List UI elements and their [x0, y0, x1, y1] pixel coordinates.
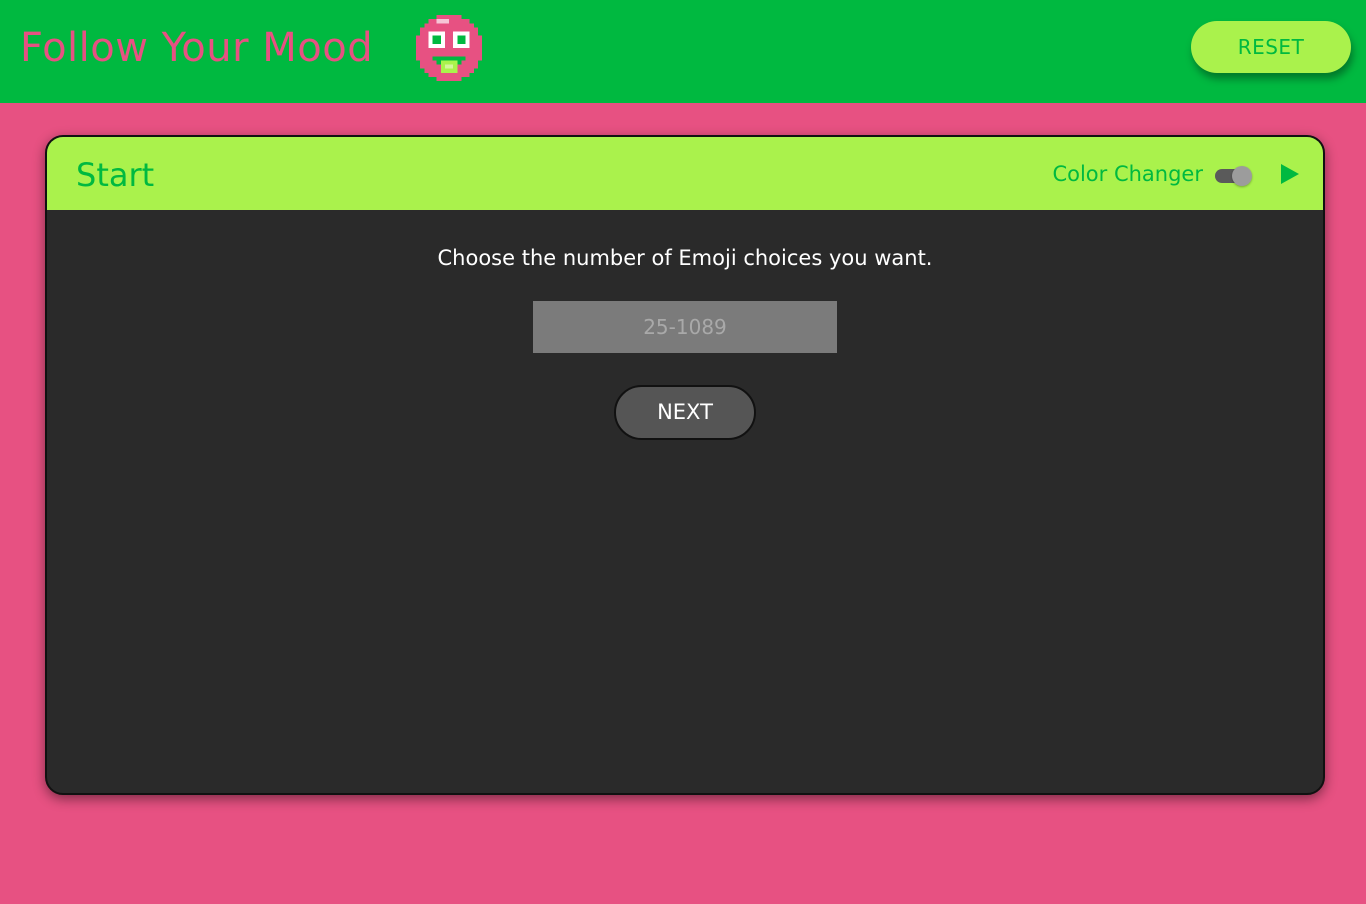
top-header: Follow Your Mood RESET — [0, 0, 1366, 103]
pixel-smiley-face-icon — [416, 15, 482, 81]
color-changer-toggle[interactable] — [1215, 166, 1252, 186]
emoji-count-input[interactable] — [533, 301, 837, 353]
next-button[interactable]: NEXT — [614, 385, 756, 440]
start-panel: Start Color Changer Choose the number of… — [45, 135, 1325, 795]
app-title: Follow Your Mood — [20, 25, 374, 71]
emoji-count-prompt: Choose the number of Emoji choices you w… — [437, 246, 933, 270]
panel-title: Start — [76, 156, 155, 194]
color-changer-label: Color Changer — [1052, 162, 1203, 186]
panel-header: Start Color Changer — [47, 137, 1323, 210]
play-triangle-icon[interactable] — [1279, 162, 1301, 186]
reset-button[interactable]: RESET — [1191, 21, 1351, 73]
toggle-knob — [1232, 166, 1252, 186]
